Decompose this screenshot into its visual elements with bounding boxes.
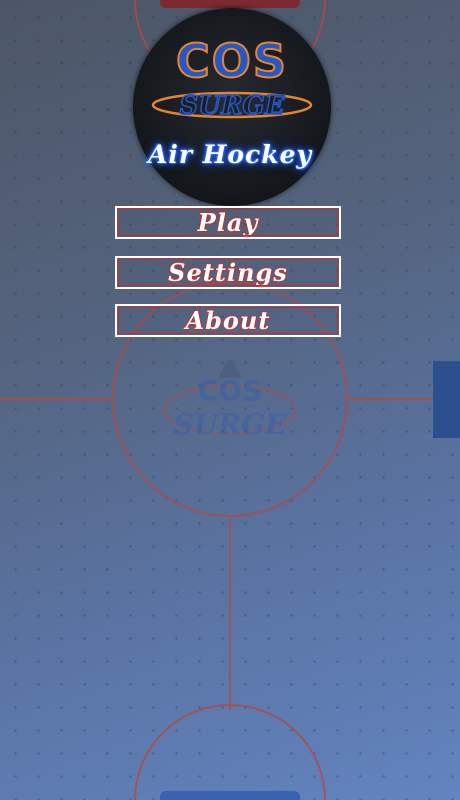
top-goal [160,0,300,8]
center-ice-logo: COS SURGE [162,360,298,441]
settings-button[interactable]: Settings [115,256,341,289]
game-logo-puck: COS SURGE [133,8,331,206]
about-button[interactable]: About [115,304,341,337]
settings-button-label: Settings [168,258,288,287]
logo-brand-text: COS [175,33,288,89]
center-logo-brand: COS [198,374,263,407]
play-button-label: Play [197,208,259,237]
center-logo-wordmark: SURGE [173,408,287,441]
play-button[interactable]: Play [115,206,341,239]
about-button-label: About [185,306,271,335]
side-paddle-marker [433,361,460,438]
logo-wordmark-text: SURGE [179,91,285,120]
game-title: Air Hockey [147,140,313,169]
bottom-goal [160,791,300,800]
bottom-crease-arc [134,704,326,800]
logo-wordmark: SURGE [151,90,313,120]
